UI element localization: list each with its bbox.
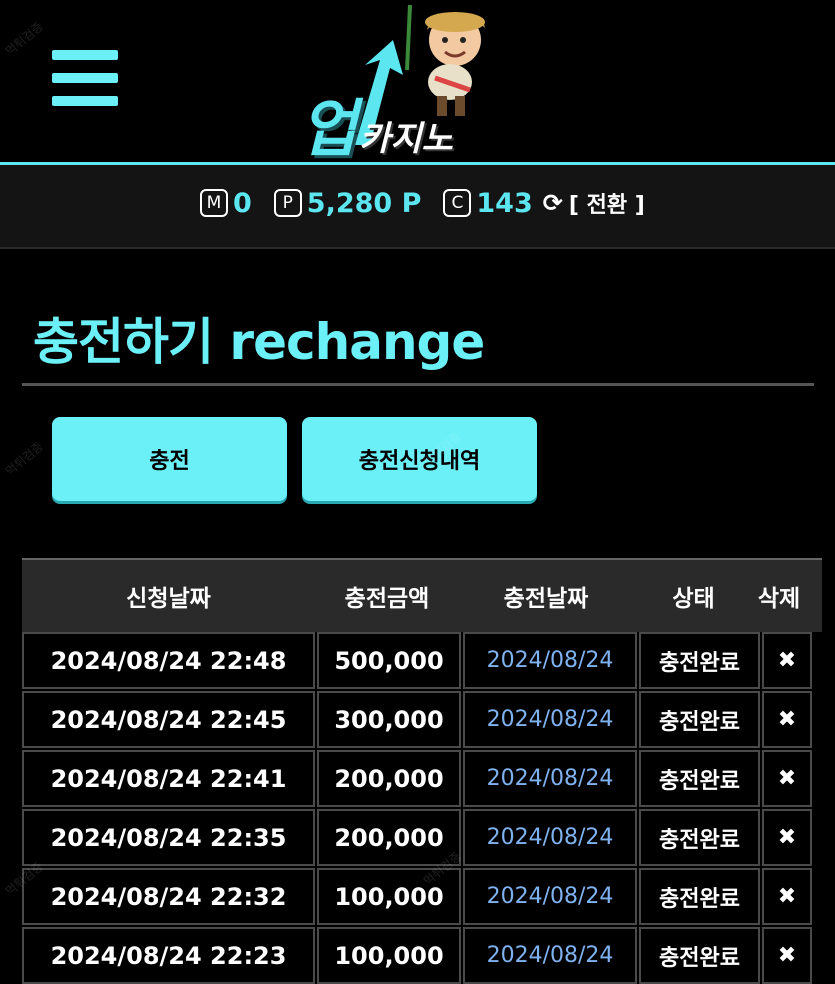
status-cell: 충전완료 (639, 927, 760, 984)
point-icon: P (273, 189, 302, 217)
charge-date-cell[interactable]: 2024/08/24 (463, 868, 637, 925)
status-cell: 충전완료 (639, 809, 760, 866)
balance-info: M 0 P 5,280 P C 143 ⟳ [ 전환 ] (200, 187, 645, 219)
menu-icon[interactable] (52, 50, 118, 108)
table-body: 2024/08/24 22:48 500,000 2024/08/24 충전완료 ✖ 20… (22, 632, 822, 984)
logo-text[interactable]: 업 카지노 (300, 78, 453, 168)
header-status: 상태 (672, 586, 715, 612)
tab-charge-history[interactable]: 충전신청내역 (302, 417, 537, 501)
tab-charge[interactable]: 충전 (52, 417, 287, 501)
charge-date-cell[interactable]: 2024/08/24 (463, 809, 637, 866)
delete-icon[interactable]: ✖ (762, 632, 812, 689)
status-cell: 충전완료 (639, 632, 760, 689)
table-header: 신청날짜 충전금액 충전날짜 상태 삭제 (22, 558, 822, 632)
header-charge-date: 충전날짜 (503, 586, 589, 612)
money-value: 0 (233, 187, 252, 219)
request-date-cell: 2024/08/24 22:45 (22, 691, 315, 748)
status-cell: 충전완료 (639, 691, 760, 748)
coin-value: 143 (476, 187, 533, 219)
status-cell: 충전완료 (639, 868, 760, 925)
charge-date-cell[interactable]: 2024/08/24 (463, 927, 637, 984)
table-row: 2024/08/24 22:41 200,000 2024/08/24 충전완료 ✖ (22, 750, 822, 807)
logo-big-text: 업 (300, 92, 357, 165)
amount-cell: 300,000 (317, 691, 461, 748)
header: 업 카지노 (0, 0, 835, 165)
refresh-icon[interactable]: ⟳ (543, 189, 563, 217)
divider (22, 383, 814, 386)
charge-date-cell[interactable]: 2024/08/24 (463, 632, 637, 689)
amount-cell: 200,000 (317, 809, 461, 866)
delete-icon[interactable]: ✖ (762, 927, 812, 984)
status-cell: 충전완료 (639, 750, 760, 807)
request-date-cell: 2024/08/24 22:35 (22, 809, 315, 866)
header-delete: 삭제 (757, 586, 801, 612)
logo-small-text: 카지노 (359, 119, 453, 159)
menu-bar (52, 50, 118, 60)
request-date-cell: 2024/08/24 22:23 (22, 927, 315, 984)
request-date-cell: 2024/08/24 22:32 (22, 868, 315, 925)
delete-icon[interactable]: ✖ (762, 868, 812, 925)
delete-icon[interactable]: ✖ (762, 750, 812, 807)
header-amount: 충전금액 (344, 586, 430, 612)
amount-cell: 500,000 (317, 632, 461, 689)
coin-icon: C (443, 189, 472, 217)
page-title: 충전하기 rechange (33, 313, 485, 371)
delete-icon[interactable]: ✖ (762, 691, 812, 748)
charge-history-table: 신청날짜 충전금액 충전날짜 상태 삭제 2024/08/24 22:48 500… (22, 558, 822, 984)
table-row: 2024/08/24 22:23 100,000 2024/08/24 충전완료 ✖ (22, 927, 822, 984)
watermark: 먹튀검증 (2, 439, 46, 479)
table-row: 2024/08/24 22:35 200,000 2024/08/24 충전완료 ✖ (22, 809, 822, 866)
charge-date-cell[interactable]: 2024/08/24 (463, 750, 637, 807)
table-row: 2024/08/24 22:45 300,000 2024/08/24 충전완료 ✖ (22, 691, 822, 748)
request-date-cell: 2024/08/24 22:41 (22, 750, 315, 807)
delete-icon[interactable]: ✖ (762, 809, 812, 866)
point-value: 5,280 P (306, 187, 422, 219)
request-date-cell: 2024/08/24 22:48 (22, 632, 315, 689)
amount-cell: 100,000 (317, 927, 461, 984)
menu-bar (52, 73, 118, 83)
menu-bar (52, 96, 118, 106)
header-request-date: 신청날짜 (126, 586, 211, 612)
switch-button[interactable]: [ 전환 ] (569, 187, 645, 219)
table-row: 2024/08/24 22:48 500,000 2024/08/24 충전완료 ✖ (22, 632, 822, 689)
balance-bar: M 0 P 5,280 P C 143 ⟳ [ 전환 ] (0, 165, 835, 249)
charge-date-cell[interactable]: 2024/08/24 (463, 691, 637, 748)
money-icon: M (200, 189, 228, 217)
amount-cell: 200,000 (317, 750, 461, 807)
